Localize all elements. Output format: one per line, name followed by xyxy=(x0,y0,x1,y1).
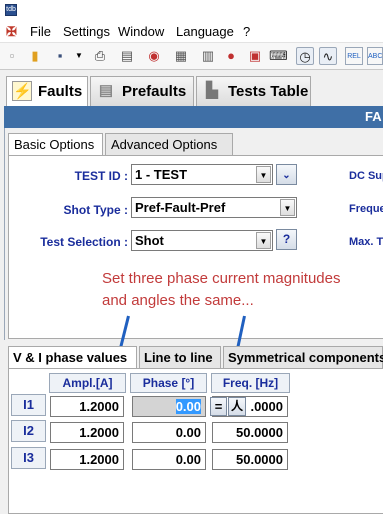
tab-basic-options[interactable]: Basic Options xyxy=(8,133,103,156)
test-selection-value: Shot xyxy=(135,233,164,248)
main-tabs: ⚡ Faults ▤ Prefaults ▙ Tests Table xyxy=(0,72,383,107)
max-time-label: Max. T xyxy=(349,236,383,248)
test-id-select[interactable]: 1 - TEST ▼ xyxy=(131,164,273,185)
row-i1: I1 xyxy=(11,394,46,416)
save-dropdown-icon[interactable]: ▼ xyxy=(70,47,88,65)
menu-help[interactable]: ? xyxy=(243,24,250,39)
chevron-down-icon: ▼ xyxy=(256,166,271,183)
test-selection-select[interactable]: Shot ▼ xyxy=(131,230,273,251)
document-icon[interactable]: ▥ xyxy=(199,47,217,65)
tab-tests-table[interactable]: ▙ Tests Table xyxy=(196,76,311,106)
clock-icon[interactable]: ◷ xyxy=(296,47,314,65)
new-icon[interactable]: ▫ xyxy=(3,47,21,65)
test-id-value: 1 - TEST xyxy=(135,167,188,182)
i2-ampl-input[interactable]: 1.2000 xyxy=(50,422,124,443)
col-ampl: Ampl.[A] xyxy=(49,373,126,393)
i2-phase-input[interactable]: 0.00 xyxy=(132,422,206,443)
chevron-down-icon: ⌄ xyxy=(282,170,291,181)
i1-ampl-input[interactable]: 1.2000 xyxy=(50,396,124,417)
print-icon[interactable]: ⎙ xyxy=(91,47,109,65)
menu-bar: ✠ File Settings Window Language ? xyxy=(0,22,383,42)
menu-file[interactable]: File xyxy=(30,24,51,39)
annotation-line-2: and angles the same... xyxy=(102,292,254,309)
lightning-icon: ⚡ xyxy=(12,81,32,101)
keyboard-icon[interactable]: ⌨ xyxy=(269,47,288,65)
app-logo-icon: ✠ xyxy=(6,24,17,39)
rel-icon[interactable]: REL xyxy=(345,47,363,65)
title-bar: tdb xyxy=(0,0,383,22)
shot-type-value: Pref-Fault-Pref xyxy=(135,200,226,215)
i2-freq-input[interactable]: 50.0000 xyxy=(212,422,288,443)
calc-icon[interactable]: ▦ xyxy=(172,47,190,65)
tab-prefaults[interactable]: ▤ Prefaults xyxy=(90,76,194,106)
faults-banner: FA xyxy=(4,106,383,128)
annotation-callout: Set three phase current magnitudes and a… xyxy=(99,266,383,318)
toolbar: ▫ ▮ ▪ ▼ ⎙ ▤ ◉ ▦ ▥ ● ▣ ⌨ ◷ ∿ REL ABC xyxy=(0,42,383,70)
shot-type-select[interactable]: Pref-Fault-Pref ▼ xyxy=(131,197,297,218)
tab-vi-phase-values[interactable]: V & I phase values xyxy=(8,346,137,369)
equal-button[interactable]: = xyxy=(210,397,227,416)
i1-phase-value: 0.00 xyxy=(175,399,201,414)
menu-language[interactable]: Language xyxy=(176,24,234,39)
tab-prefaults-label: Prefaults xyxy=(122,83,187,100)
col-freq: Freq. [Hz] xyxy=(211,373,290,393)
shot-type-label: Shot Type : xyxy=(63,203,128,217)
test-selection-label: Test Selection : xyxy=(40,235,128,249)
test-icon[interactable]: ◉ xyxy=(145,47,163,65)
pdf-icon[interactable]: ▣ xyxy=(246,47,264,65)
open-icon[interactable]: ▮ xyxy=(26,47,44,65)
app-icon: tdb xyxy=(5,4,17,16)
tab-tests-table-label: Tests Table xyxy=(228,83,309,100)
row-i2: I2 xyxy=(11,420,46,442)
sine-icon[interactable]: ∿ xyxy=(319,47,337,65)
tab-line-to-line[interactable]: Line to line xyxy=(139,346,221,368)
i3-phase-input[interactable]: 0.00 xyxy=(132,449,206,470)
tests-table-icon: ▙ xyxy=(206,82,218,99)
tab-faults-label: Faults xyxy=(38,83,83,100)
banner-title: FA xyxy=(365,109,382,124)
test-id-label: TEST ID : xyxy=(74,169,128,183)
annotation-line-1: Set three phase current magnitudes xyxy=(102,270,341,287)
report-icon[interactable]: ▤ xyxy=(118,47,136,65)
lock-button[interactable]: 人 xyxy=(228,397,246,416)
frequency-label: Freque xyxy=(349,203,383,215)
test-id-expand-button[interactable]: ⌄ xyxy=(276,164,297,185)
menu-settings[interactable]: Settings xyxy=(63,24,110,39)
i3-ampl-input[interactable]: 1.2000 xyxy=(50,449,124,470)
abc-icon[interactable]: ABC xyxy=(367,47,383,65)
battery-icon: ▤ xyxy=(98,82,114,99)
tab-advanced-options[interactable]: Advanced Options xyxy=(105,133,233,155)
dc-supply-label: DC Sup xyxy=(349,170,383,182)
tab-faults[interactable]: ⚡ Faults xyxy=(6,76,88,107)
menu-window[interactable]: Window xyxy=(118,24,164,39)
chevron-down-icon: ▼ xyxy=(256,232,271,249)
record-icon[interactable]: ● xyxy=(222,47,240,65)
chevron-down-icon: ▼ xyxy=(280,199,295,216)
i3-freq-input[interactable]: 50.0000 xyxy=(212,449,288,470)
i1-phase-input[interactable]: 0.00 xyxy=(132,396,206,417)
help-button[interactable]: ? xyxy=(276,229,297,250)
save-icon[interactable]: ▪ xyxy=(51,47,69,65)
col-phase: Phase [°] xyxy=(130,373,207,393)
tab-symmetrical-components[interactable]: Symmetrical components xyxy=(223,346,383,368)
row-i3: I3 xyxy=(11,447,46,469)
